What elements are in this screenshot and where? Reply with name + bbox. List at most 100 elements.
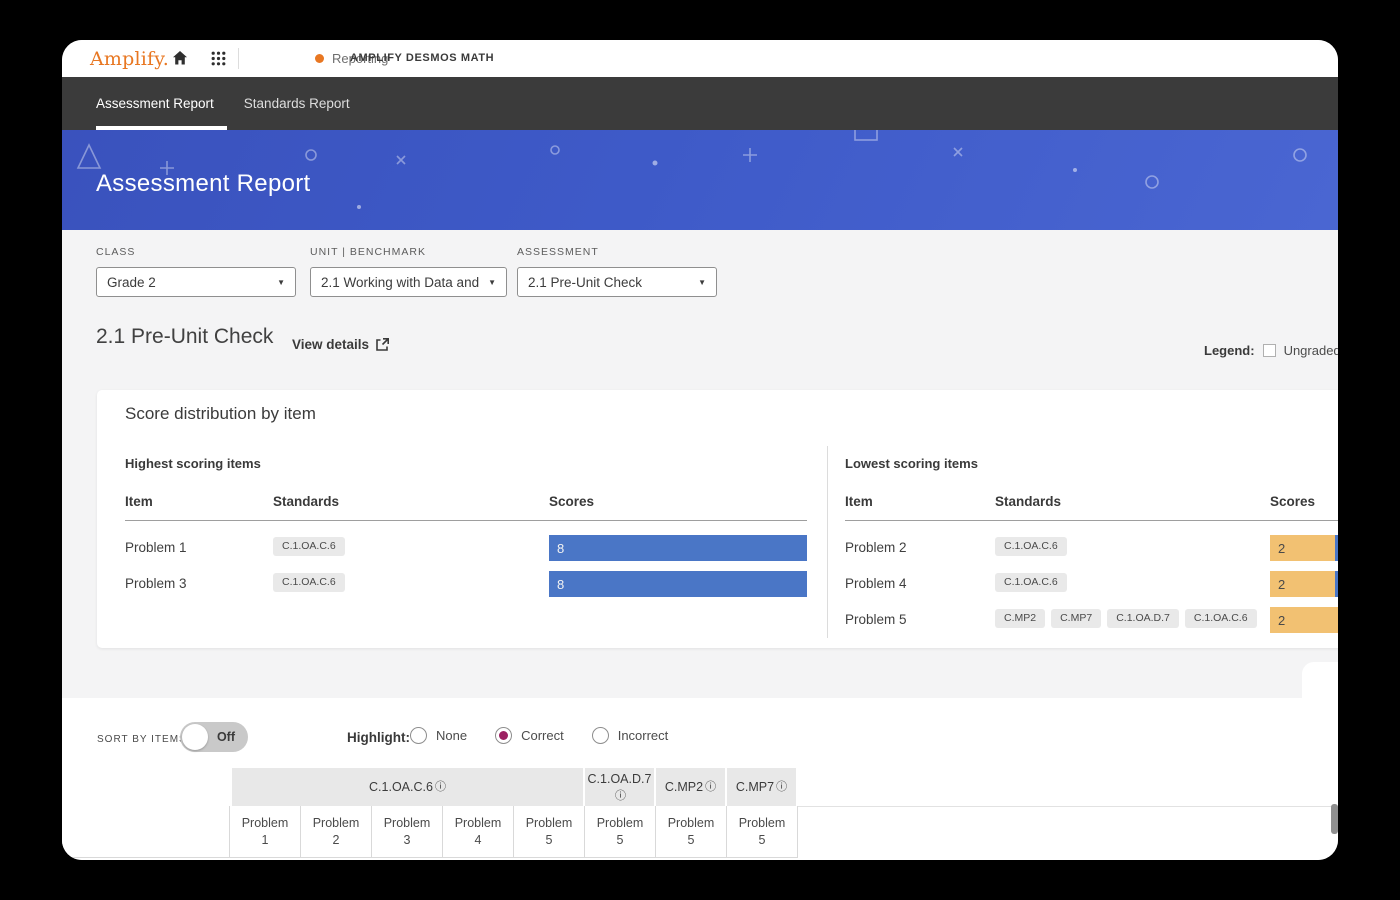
product-label: AMPLIFY DESMOS MATH <box>350 52 494 64</box>
standard-badge: C.MP2 <box>995 609 1045 628</box>
filter-class: CLASS Grade 2 ▼ <box>96 246 296 297</box>
sort-by-items-toggle[interactable]: Off <box>180 722 248 752</box>
standard-group-header: C.1.OA.C.6ⓘ <box>232 768 583 806</box>
top-bar: Amplify. Reporting AMPLIFY DESMOS MATH <box>62 40 1338 77</box>
problem-column-header[interactable]: Problem 5 <box>585 806 656 858</box>
score-bar[interactable]: 8 <box>549 571 807 597</box>
standards-badges: C.MP2 C.MP7 C.1.OA.D.7 C.1.OA.C.6 <box>995 609 1257 628</box>
problem-column-header[interactable]: Problem4 <box>443 806 514 858</box>
standards-badges: C.1.OA.C.6 <box>995 537 1067 556</box>
assessment-select-value: 2.1 Pre-Unit Check <box>528 275 692 290</box>
radio-label: Incorrect <box>618 728 669 743</box>
score-bar[interactable]: 2 <box>1270 607 1338 633</box>
scrollbar-thumb[interactable] <box>1331 804 1338 834</box>
problem-column-header[interactable]: Problem1 <box>230 806 301 858</box>
legend-item-label: Ungraded <box>1284 343 1338 358</box>
chevron-down-icon: ▼ <box>488 278 496 287</box>
filter-assessment-label: ASSESSMENT <box>517 246 717 258</box>
table-header-rule <box>125 520 807 521</box>
score-bar[interactable]: 2 <box>1270 535 1338 561</box>
problem-number: 5 <box>617 833 624 847</box>
problem-number: 5 <box>546 833 553 847</box>
problem-word: Problem <box>313 816 360 830</box>
legend-swatch-ungraded <box>1263 344 1276 357</box>
score-value: 8 <box>549 577 564 592</box>
score-value: 2 <box>1270 541 1285 556</box>
item-name: Problem 5 <box>845 612 907 627</box>
problem-word: Problem <box>526 816 573 830</box>
info-icon[interactable]: ⓘ <box>705 781 716 794</box>
problem-word: Problem <box>668 816 715 830</box>
score-distribution-card: Score distribution by item Highest scori… <box>97 390 1338 648</box>
class-select[interactable]: Grade 2 ▼ <box>96 267 296 297</box>
chevron-down-icon: ▼ <box>698 278 706 287</box>
matrix-panel: SORT BY ITEMS Off Highlight: None Correc… <box>62 698 1338 860</box>
view-details-link[interactable]: View details <box>292 337 390 352</box>
problem-column-header[interactable]: Problem3 <box>372 806 443 858</box>
standard-group-label: C.MP7 <box>736 780 774 794</box>
standard-badge: C.1.OA.C.6 <box>1185 609 1257 628</box>
radio-none[interactable]: None <box>410 727 467 744</box>
page-title: Assessment Report <box>96 170 311 198</box>
standard-badge: C.1.OA.C.6 <box>273 573 345 592</box>
standard-group-header: C.MP7ⓘ <box>727 768 796 806</box>
tab-standards-report[interactable]: Standards Report <box>244 77 350 130</box>
problem-column-header[interactable]: Problem5 <box>727 806 798 858</box>
class-select-value: Grade 2 <box>107 275 271 290</box>
score-bar-segment: 2 <box>1270 535 1335 561</box>
radio-circle-icon <box>592 727 609 744</box>
assessment-select[interactable]: 2.1 Pre-Unit Check ▼ <box>517 267 717 297</box>
reporting-dot-icon <box>315 54 324 63</box>
amplify-logo[interactable]: Amplify. <box>90 48 169 70</box>
problem-number: 4 <box>475 833 482 847</box>
tab-label: Standards Report <box>244 96 350 111</box>
radio-incorrect[interactable]: Incorrect <box>592 727 669 744</box>
problem-number: 2 <box>333 833 340 847</box>
radio-label: Correct <box>521 728 564 743</box>
topbar-divider <box>238 48 239 69</box>
score-bar[interactable]: 2 <box>1270 571 1338 597</box>
sort-by-items-label: SORT BY ITEMS <box>97 734 187 745</box>
highest-items-title: Highest scoring items <box>125 456 261 471</box>
table-header-rule <box>845 520 1338 521</box>
info-icon[interactable]: ⓘ <box>776 781 787 794</box>
report-tabs: Assessment Report Standards Report <box>62 77 1338 130</box>
col-item: Item <box>845 494 873 509</box>
radio-circle-icon <box>495 727 512 744</box>
results-matrix-table: C.1.OA.C.6ⓘ C.1.OA.D.7ⓘ C.MP2ⓘ C.MP7ⓘ Pr… <box>62 768 1338 858</box>
score-bar-segment: 2 <box>1270 607 1338 633</box>
problem-number: 5 <box>688 833 695 847</box>
banner: Assessment Report <box>62 130 1338 230</box>
unit-select[interactable]: 2.1 Working with Data and Sol ▼ <box>310 267 507 297</box>
radio-correct[interactable]: Correct <box>495 727 564 744</box>
toggle-knob <box>182 724 208 750</box>
standard-group-label: C.1.OA.D.7 <box>588 772 652 786</box>
highlight-options: None Correct Incorrect <box>410 727 668 744</box>
problem-word: Problem <box>597 816 644 830</box>
app-window: Amplify. Reporting AMPLIFY DESMOS MATH A… <box>62 40 1338 860</box>
radio-circle-icon <box>410 727 427 744</box>
external-link-icon <box>375 337 390 352</box>
info-icon[interactable]: ⓘ <box>615 790 626 803</box>
filters: CLASS Grade 2 ▼ UNIT | BENCHMARK 2.1 Wor… <box>96 246 996 302</box>
standard-badge: C.MP7 <box>1051 609 1101 628</box>
problem-column-header[interactable]: Problem 5 <box>514 806 585 858</box>
lowest-items-title: Lowest scoring items <box>845 456 978 471</box>
apps-grid-icon[interactable] <box>210 50 226 66</box>
problem-column-header[interactable]: Problem 5 <box>656 806 727 858</box>
student-name-header-cell <box>62 806 230 858</box>
problem-word: Problem <box>384 816 431 830</box>
legend-label: Legend: <box>1204 343 1255 358</box>
info-icon[interactable]: ⓘ <box>435 781 446 794</box>
col-scores: Scores <box>549 494 594 509</box>
assessment-title: 2.1 Pre-Unit Check <box>96 325 273 349</box>
home-icon[interactable] <box>172 50 188 66</box>
standard-badge: C.1.OA.C.6 <box>995 537 1067 556</box>
score-bar-segment: 8 <box>549 571 807 597</box>
tab-assessment-report[interactable]: Assessment Report <box>96 77 214 130</box>
problem-column-header[interactable]: Problem 2 <box>301 806 372 858</box>
score-bar[interactable]: 8 <box>549 535 807 561</box>
card-title: Score distribution by item <box>125 404 316 424</box>
score-value: 8 <box>549 541 564 556</box>
score-bar-segment <box>1335 571 1338 597</box>
